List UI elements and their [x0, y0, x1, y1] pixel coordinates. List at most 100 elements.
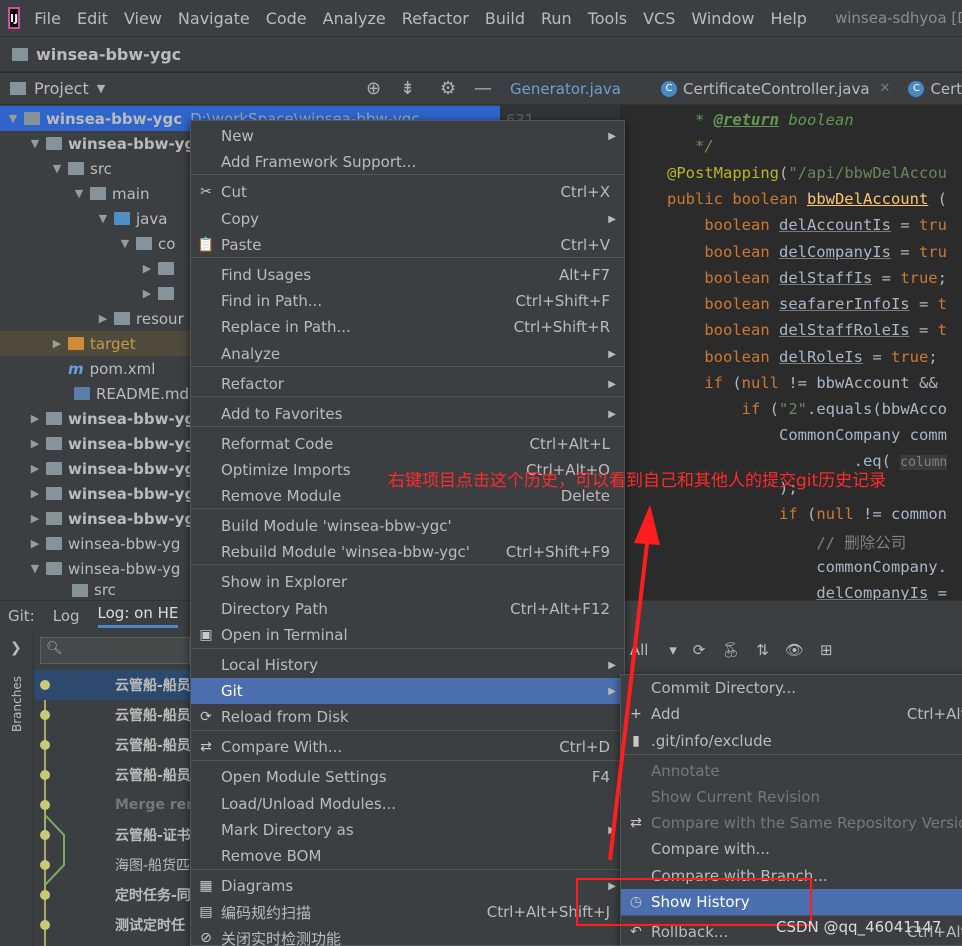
git-menu-item-git-info-exclude[interactable]: ▮ .git/info/exclude [621, 728, 962, 754]
menu-help[interactable]: Help [770, 9, 806, 28]
hide-icon[interactable]: — [474, 78, 492, 99]
menu-item-directory-path[interactable]: Directory Path Ctrl+Alt+F12 [191, 596, 624, 622]
project-panel-title[interactable]: Project [34, 79, 89, 98]
git-log-row[interactable]: 定时任务-同 [34, 880, 194, 910]
branches-label[interactable]: Branches [10, 676, 24, 732]
cherry-pick-icon[interactable]: 🍒︎ [721, 641, 740, 659]
menu-item-paste[interactable]: 📋 Paste Ctrl+V [191, 232, 624, 258]
menu-item-find-usages[interactable]: Find Usages Alt+F7 [191, 262, 624, 288]
add-tab-icon[interactable]: ⊞ [820, 641, 833, 659]
chevron-down-icon[interactable]: ▼ [72, 187, 86, 200]
excluded-folder-icon [68, 337, 84, 350]
menu-tools[interactable]: Tools [588, 9, 627, 28]
menu-item-open-in-terminal[interactable]: ▣ Open in Terminal [191, 622, 624, 648]
menu-vcs[interactable]: VCS [643, 9, 675, 28]
menu-file[interactable]: File [34, 9, 61, 28]
git-label: Git: [8, 606, 35, 625]
menu-code[interactable]: Code [266, 9, 307, 28]
chevron-right-icon[interactable]: ▶ [28, 487, 42, 500]
package-icon [158, 287, 174, 300]
chevron-down-icon[interactable]: ▼ [97, 82, 105, 95]
chevron-down-icon[interactable]: ▼ [96, 212, 110, 225]
locate-icon[interactable]: ⊕ [366, 78, 381, 99]
tree-item-label: src [94, 581, 116, 599]
menu-item-add-framework-support[interactable]: Add Framework Support... [191, 149, 624, 175]
menu-item-git[interactable]: Git ▶ [191, 678, 624, 704]
menu-window[interactable]: Window [691, 9, 754, 28]
menu-view[interactable]: View [124, 9, 162, 28]
chevron-down-icon[interactable]: ▼ [118, 237, 132, 250]
menu-navigate[interactable]: Navigate [178, 9, 250, 28]
menu-item-load-unload-modules[interactable]: Load/Unload Modules... [191, 791, 624, 817]
menu-item-label: Reload from Disk [221, 708, 349, 726]
tab-log[interactable]: Log [53, 607, 80, 625]
menu-item-[interactable]: ⊘ 关闭实时检测功能 [191, 925, 624, 946]
chevron-right-icon[interactable]: ▶ [28, 412, 42, 425]
menu-build[interactable]: Build [485, 9, 525, 28]
menu-item-diagrams[interactable]: ▦ Diagrams ▶ [191, 873, 624, 899]
log-search-input[interactable]: 🔍︎ [40, 637, 190, 664]
menu-item-build-module-winsea-bbw-ygc[interactable]: Build Module 'winsea-bbw-ygc' [191, 513, 624, 539]
menu-run[interactable]: Run [541, 9, 572, 28]
chevron-right-icon[interactable]: ▶ [140, 287, 154, 300]
menu-item-open-module-settings[interactable]: Open Module Settings F4 [191, 764, 624, 790]
folder-icon [90, 187, 106, 200]
menu-item-analyze[interactable]: Analyze ▶ [191, 341, 624, 367]
git-log-row[interactable]: 云管船-船员 [34, 700, 194, 730]
menu-item-[interactable]: ▤ 编码规约扫描 Ctrl+Alt+Shift+J [191, 899, 624, 925]
chevron-right-icon[interactable]: ▶ [28, 437, 42, 450]
git-menu-item-commit-directory[interactable]: Commit Directory... [621, 675, 962, 701]
menu-item-show-in-explorer[interactable]: Show in Explorer [191, 569, 624, 595]
chevron-right-icon[interactable]: ▶ [28, 537, 42, 550]
chevron-right-icon[interactable]: ▶ [140, 262, 154, 275]
refresh-icon[interactable]: ⟳ [693, 641, 706, 659]
menu-item-find-in-path[interactable]: Find in Path... Ctrl+Shift+F [191, 288, 624, 314]
eye-icon[interactable]: 👁︎ [785, 641, 804, 659]
menu-item-refactor[interactable]: Refactor ▶ [191, 371, 624, 397]
menu-item-add-to-favorites[interactable]: Add to Favorites ▶ [191, 401, 624, 427]
menu-item-mark-directory-as[interactable]: Mark Directory as▶ [191, 817, 624, 843]
menu-item-compare-with[interactable]: ⇄ Compare With... Ctrl+D [191, 734, 624, 760]
menu-item-rebuild-module-winsea-bbw-ygc[interactable]: Rebuild Module 'winsea-bbw-ygc' Ctrl+Shif… [191, 539, 624, 565]
menu-item-copy[interactable]: Copy ▶ [191, 206, 624, 232]
menu-item-replace-in-path[interactable]: Replace in Path... Ctrl+Shift+R [191, 314, 624, 340]
menu-item-reformat-code[interactable]: Reformat Code Ctrl+Alt+L [191, 431, 624, 457]
menu-analyze[interactable]: Analyze [323, 9, 386, 28]
git-log-row[interactable]: 云管船-船员 [34, 670, 194, 700]
tab-certificate-controller[interactable]: C CertificateController.java ✕ [661, 80, 890, 98]
chevron-down-icon[interactable]: ▼ [28, 562, 42, 575]
close-icon[interactable]: ✕ [880, 81, 891, 96]
chevron-right-icon[interactable]: ❯ [10, 640, 22, 656]
git-log-row[interactable]: 云管船-船员 [34, 730, 194, 760]
chevron-right-icon[interactable]: ▶ [28, 512, 42, 525]
menu-item-cut[interactable]: ✂ Cut Ctrl+X [191, 179, 624, 205]
chevron-right-icon[interactable]: ▶ [96, 312, 110, 325]
module-icon [46, 412, 62, 425]
menu-item-reload-from-disk[interactable]: ⟳ Reload from Disk [191, 704, 624, 730]
chevron-down-icon[interactable]: ▼ [50, 162, 64, 175]
collapse-all-icon[interactable]: ⇟ [400, 78, 415, 99]
git-log-row[interactable]: Merge rem [34, 790, 201, 820]
menu-refactor[interactable]: Refactor [402, 9, 469, 28]
tab-generator[interactable]: Generator.java [510, 80, 621, 98]
commit-node-icon [40, 860, 50, 870]
git-log-row[interactable]: 测试定时任 [34, 910, 194, 940]
tab-certif[interactable]: C Certif [908, 80, 962, 98]
breadcrumb-project[interactable]: winsea-bbw-ygc [36, 45, 181, 64]
chevron-right-icon[interactable]: ▶ [28, 462, 42, 475]
menu-item-remove-bom[interactable]: Remove BOM [191, 843, 624, 869]
git-log-row[interactable]: 云管船-船员 [34, 760, 194, 790]
menu-item-new[interactable]: New ▶ [191, 123, 624, 149]
chevron-down-icon[interactable]: ▼ [28, 137, 42, 150]
chevron-down-icon[interactable]: ▼ [6, 112, 20, 125]
gear-icon[interactable]: ⚙ [440, 78, 456, 99]
tab-log-head[interactable]: Log: on HE [97, 604, 179, 628]
git-menu-item-add[interactable]: +AddCtrl+Alt+ [621, 701, 962, 727]
git-log-row[interactable]: 海图-船货匹 [34, 850, 194, 880]
menu-edit[interactable]: Edit [77, 9, 108, 28]
menu-item-local-history[interactable]: Local History ▶ [191, 652, 624, 678]
git-menu-item-compare-with[interactable]: Compare with... [621, 836, 962, 862]
sort-icon[interactable]: ⇅ [756, 641, 769, 659]
chevron-right-icon[interactable]: ▶ [50, 337, 64, 350]
git-log-row[interactable]: 云管船-证书 [34, 820, 194, 850]
